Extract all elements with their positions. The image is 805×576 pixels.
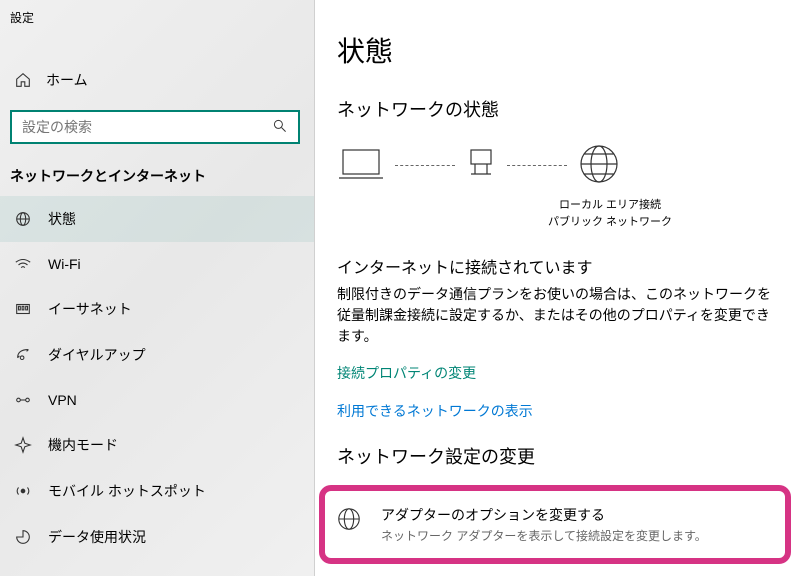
nav-status[interactable]: 状態 [0,196,314,242]
home-button[interactable]: ホーム [0,58,314,102]
status-icon [14,210,32,228]
router-icon [465,144,497,187]
app-title: 設定 [0,5,314,30]
nav-ethernet[interactable]: イーサネット [0,286,314,332]
option-sharing[interactable]: 共有オプション 接続先のネットワークについて、共有するものを指定します。 [337,572,783,576]
airplane-icon [14,436,32,454]
diagram-labels: ローカル エリア接続 パブリック ネットワーク [437,197,783,230]
option-title: アダプターのオプションを変更する [381,505,707,525]
home-icon [14,71,32,89]
home-label: ホーム [46,70,88,90]
search-input[interactable] [22,119,262,135]
connected-desc: 制限付きのデータ通信プランをお使いの場合は、このネットワークを従量制課金接続に設… [337,284,783,347]
nav-airplane[interactable]: 機内モード [0,422,314,468]
nav-label: Wi-Fi [48,256,81,272]
nav-dialup[interactable]: ダイヤルアップ [0,332,314,378]
nav-label: VPN [48,392,77,408]
nav-label: データ使用状況 [48,527,146,547]
adapter-icon [335,505,363,533]
nav-label: 状態 [48,209,76,229]
connection-line [395,165,455,166]
nav-wifi[interactable]: Wi-Fi [0,242,314,286]
connected-title: インターネットに接続されています [337,254,783,278]
dialup-icon [14,346,32,364]
change-heading: ネットワーク設定の変更 [337,443,783,469]
section-title: ネットワークとインターネット [0,152,314,196]
nav-label: モバイル ホットスポット [48,481,206,501]
connection-line [507,165,567,166]
nav-label: ダイヤルアップ [48,345,146,365]
globe-icon [577,142,621,189]
wifi-icon [14,255,32,273]
search-icon [272,118,288,137]
nav-datausage[interactable]: データ使用状況 [0,514,314,560]
hotspot-icon [14,482,32,500]
nav-label: イーサネット [48,299,132,319]
option-desc: ネットワーク アダプターを表示して接続設定を変更します。 [381,527,707,544]
option-adapter[interactable]: アダプターのオプションを変更する ネットワーク アダプターを表示して接続設定を変… [319,485,791,564]
link-connection-properties[interactable]: 接続プロパティの変更 [337,363,783,383]
nav-label: 機内モード [48,435,118,455]
ethernet-icon [14,300,32,318]
link-available-networks[interactable]: 利用できるネットワークの表示 [337,401,783,421]
main-content: 状態 ネットワークの状態 ローカル エリア接続 パブリック ネットワーク インタ… [315,0,805,576]
search-input-wrap[interactable] [10,110,300,144]
network-diagram [337,142,783,189]
sidebar: 設定 ホーム ネットワークとインターネット 状態 Wi-Fi [0,0,315,576]
network-status-heading: ネットワークの状態 [337,96,783,122]
vpn-icon [14,391,32,409]
nav-hotspot[interactable]: モバイル ホットスポット [0,468,314,514]
datausage-icon [14,528,32,546]
computer-icon [337,144,385,187]
nav-vpn[interactable]: VPN [0,378,314,422]
page-title: 状態 [337,30,783,70]
